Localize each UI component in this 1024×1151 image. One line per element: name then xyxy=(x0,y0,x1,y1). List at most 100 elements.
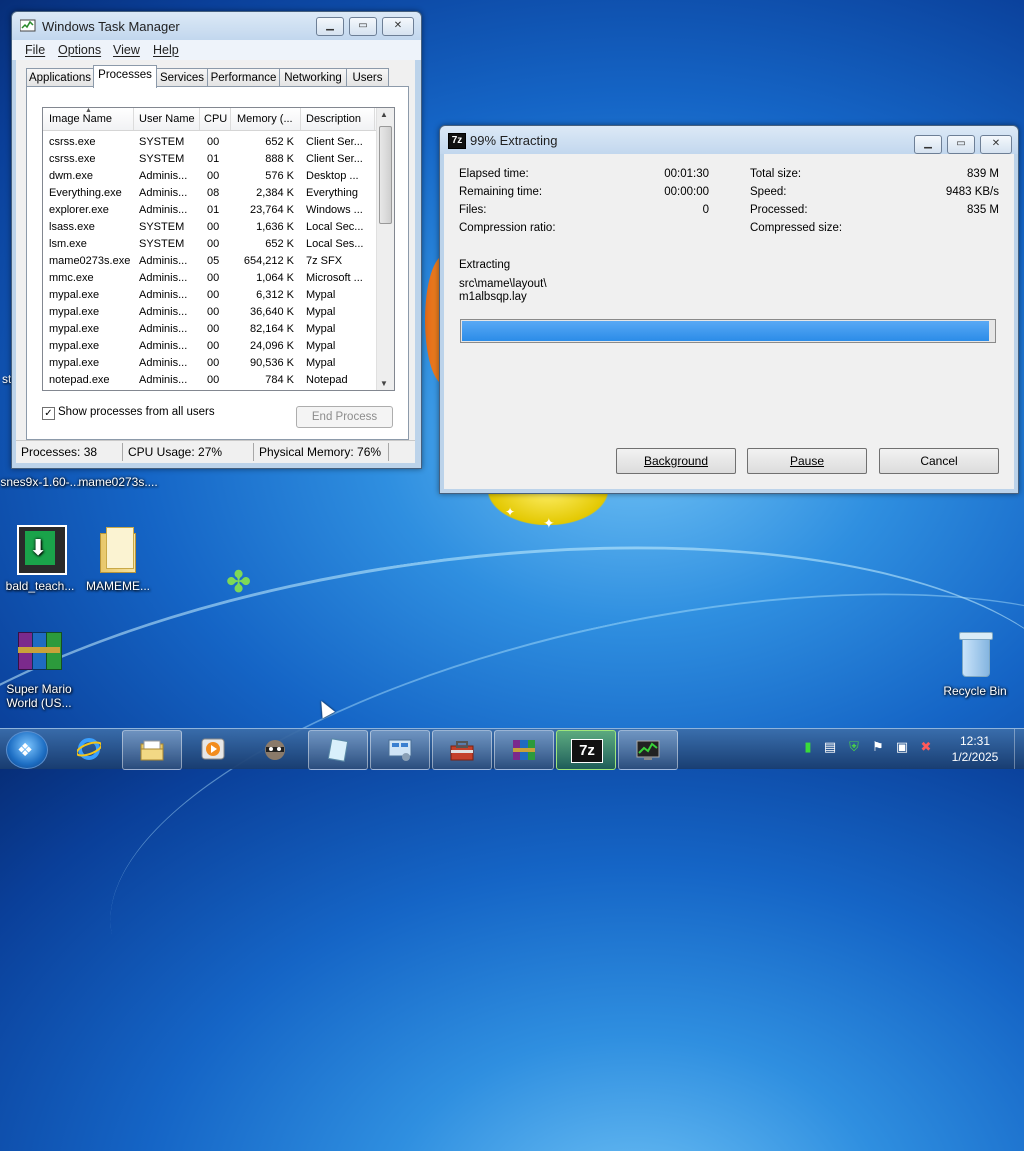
cell-memory: 36,640 K xyxy=(249,306,294,318)
speed-label: Speed: xyxy=(750,186,787,198)
cell-user-name: Adminis... xyxy=(139,170,188,182)
table-row[interactable]: csrss.exe SYSTEM 00 652 K Client Ser... xyxy=(43,134,376,151)
cell-cpu: 00 xyxy=(207,221,220,233)
taskbar-internet-explorer[interactable] xyxy=(60,730,118,768)
vertical-scrollbar[interactable]: ▲ ▼ xyxy=(376,108,394,390)
taskbar-toolbox-app[interactable] xyxy=(432,730,492,770)
minimize-icon: ▁ xyxy=(326,20,334,31)
taskbar-raccoon-app[interactable] xyxy=(246,730,304,768)
cell-image-name: lsass.exe xyxy=(49,221,95,233)
column-description[interactable]: Description xyxy=(306,113,361,125)
elapsed-time-value: 00:01:30 xyxy=(664,168,709,180)
tab-users[interactable]: Users xyxy=(346,68,389,87)
menu-view[interactable]: View xyxy=(113,43,140,57)
cell-user-name: Adminis... xyxy=(139,374,188,386)
battery-icon[interactable]: ▮ xyxy=(800,739,816,755)
cell-description: Mypal xyxy=(306,340,336,352)
scrollbar-thumb[interactable] xyxy=(379,126,392,224)
column-memory[interactable]: Memory (... xyxy=(237,113,293,125)
menu-file[interactable]: File xyxy=(25,43,45,57)
menu-options[interactable]: Options xyxy=(58,43,101,57)
taskbar-computer-management[interactable] xyxy=(370,730,430,770)
cell-image-name: lsm.exe xyxy=(49,238,87,250)
start-button[interactable]: ❖ xyxy=(6,731,48,769)
desktop-icon-label: snes9x-1.60-... xyxy=(0,475,80,489)
taskbar-clock[interactable]: 12:31 1/2/2025 xyxy=(940,733,1010,765)
taskbar-task-manager[interactable] xyxy=(618,730,678,770)
table-row[interactable]: mmc.exe Adminis... 00 1,064 K Microsoft ... xyxy=(43,270,376,287)
desktop-icon-mame-archive[interactable]: mame0273s.... xyxy=(78,475,158,489)
maximize-button[interactable]: ▭ xyxy=(349,17,377,36)
volume-muted-icon[interactable]: ✖ xyxy=(918,739,934,755)
desktop-icon-super-mario-world[interactable]: Super Mario World (US... xyxy=(0,632,80,712)
minimize-button[interactable]: ▁ xyxy=(316,17,344,36)
files-value: 0 xyxy=(702,204,709,216)
show-desktop-button[interactable] xyxy=(1014,729,1024,769)
tab-performance[interactable]: Performance xyxy=(207,68,280,87)
table-row[interactable]: explorer.exe Adminis... 01 23,764 K Windows … xyxy=(43,202,376,219)
extract-progress-window: 7z 99% Extracting ▁ ▭ ✕ Elapsed time: 00… xyxy=(439,125,1019,494)
winrar-icon xyxy=(512,738,536,762)
maximize-button[interactable]: ▭ xyxy=(947,135,975,154)
extract-titlebar[interactable]: 7z 99% Extracting ▁ ▭ ✕ xyxy=(440,126,1018,154)
table-row[interactable]: notepad.exe Adminis... 00 784 K Notepad xyxy=(43,372,376,389)
cell-description: Mypal xyxy=(306,323,336,335)
taskbar-winrar[interactable] xyxy=(494,730,554,770)
taskbar-notepad[interactable] xyxy=(308,730,368,770)
close-button[interactable]: ✕ xyxy=(980,135,1012,154)
desktop-icon-snes9x[interactable]: snes9x-1.60-... xyxy=(0,475,80,489)
toolbox-icon xyxy=(450,738,474,762)
taskbar-windows-explorer[interactable] xyxy=(122,730,182,770)
show-all-users-label[interactable]: Show processes from all users xyxy=(58,406,215,418)
desktop-icon-recycle-bin[interactable]: Recycle Bin xyxy=(935,630,1015,702)
table-row[interactable]: mypal.exe Adminis... 00 24,096 K Mypal xyxy=(43,338,376,355)
show-all-users-checkbox[interactable]: ✓ xyxy=(42,407,55,420)
security-shield-icon[interactable]: ⛨ xyxy=(846,739,862,755)
task-manager-titlebar[interactable]: Windows Task Manager ▁ ▭ ✕ xyxy=(12,12,421,40)
action-center-flag-icon[interactable]: ⚑ xyxy=(870,739,886,755)
table-row[interactable]: mypal.exe Adminis... 00 36,640 K Mypal xyxy=(43,304,376,321)
scroll-down-icon[interactable]: ▼ xyxy=(380,379,388,388)
cell-description: Microsoft ... xyxy=(306,272,363,284)
taskbar-media-player[interactable] xyxy=(184,730,242,768)
taskbar-7zip[interactable]: 7z xyxy=(556,730,616,770)
cancel-button[interactable]: Cancel xyxy=(879,448,999,474)
tab-processes[interactable]: Processes xyxy=(93,65,157,88)
table-row[interactable]: dwm.exe Adminis... 00 576 K Desktop ... xyxy=(43,168,376,185)
table-row[interactable]: Everything.exe Adminis... 08 2,384 K Everyth… xyxy=(43,185,376,202)
cell-memory: 784 K xyxy=(265,374,294,386)
background-button[interactable]: Background xyxy=(616,448,736,474)
tab-applications[interactable]: Applications xyxy=(26,68,94,87)
pause-button[interactable]: Pause xyxy=(747,448,867,474)
files-label: Files: xyxy=(459,204,487,216)
cell-user-name: SYSTEM xyxy=(139,136,185,148)
tab-services[interactable]: Services xyxy=(156,68,208,87)
cell-image-name: csrss.exe xyxy=(49,136,96,148)
7zip-icon: 7z xyxy=(448,133,466,149)
minimize-button[interactable]: ▁ xyxy=(914,135,942,154)
desktop-icon-bald-teach[interactable]: ⬇ bald_teach... xyxy=(0,525,80,595)
desktop-icon-mameme-folder[interactable]: MAMEME... xyxy=(78,525,158,595)
scroll-up-icon[interactable]: ▲ xyxy=(380,110,388,119)
folder-icon xyxy=(140,738,164,762)
column-image-name[interactable]: Image Name xyxy=(49,113,112,125)
table-row[interactable]: mypal.exe Adminis... 00 90,536 K Mypal xyxy=(43,355,376,372)
table-row[interactable]: lsass.exe SYSTEM 00 1,636 K Local Sec... xyxy=(43,219,376,236)
menu-help[interactable]: Help xyxy=(153,43,179,57)
process-list[interactable]: ▲ Image Name User Name CPU Memory (... D… xyxy=(42,107,395,391)
document-tray-icon[interactable]: ▤ xyxy=(822,739,838,755)
cell-image-name: dwm.exe xyxy=(49,170,94,182)
column-user-name[interactable]: User Name xyxy=(139,113,195,125)
end-process-button[interactable]: End Process xyxy=(296,406,393,428)
tab-networking[interactable]: Networking xyxy=(279,68,347,87)
network-icon[interactable]: ▣ xyxy=(894,739,910,755)
column-cpu[interactable]: CPU xyxy=(204,113,227,125)
table-row[interactable]: csrss.exe SYSTEM 01 888 K Client Ser... xyxy=(43,151,376,168)
close-button[interactable]: ✕ xyxy=(382,17,414,36)
cell-cpu: 00 xyxy=(207,136,220,148)
table-row[interactable]: lsm.exe SYSTEM 00 652 K Local Ses... xyxy=(43,236,376,253)
table-row[interactable]: mypal.exe Adminis... 00 82,164 K Mypal xyxy=(43,321,376,338)
table-row[interactable]: mypal.exe Adminis... 00 6,312 K Mypal xyxy=(43,287,376,304)
table-row[interactable]: mame0273s.exe Adminis... 05 654,212 K 7z SFX xyxy=(43,253,376,270)
cell-description: Desktop ... xyxy=(306,170,359,182)
